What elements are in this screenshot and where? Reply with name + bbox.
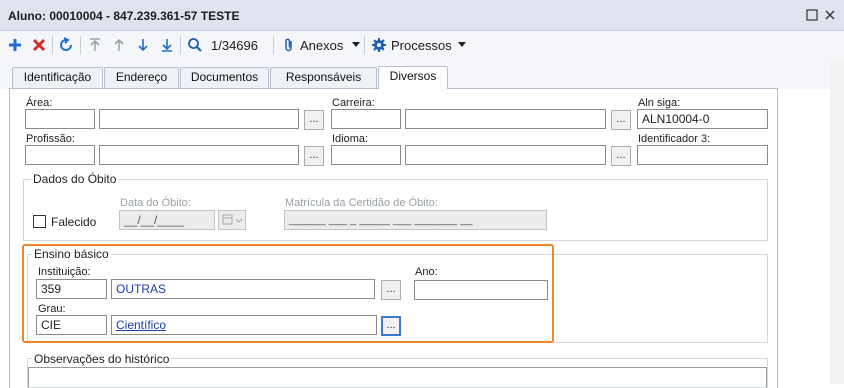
gear-icon[interactable] <box>371 37 387 53</box>
falecido-label: Falecido <box>51 215 97 229</box>
vertical-scrollbar[interactable] <box>830 59 844 384</box>
tab-responsaveis[interactable]: Responsáveis <box>270 67 377 88</box>
calendar-dropdown[interactable] <box>218 210 246 230</box>
refresh-icon[interactable] <box>58 37 74 53</box>
delete-icon[interactable] <box>31 37 47 53</box>
area-description-input[interactable] <box>99 109 299 129</box>
tab-documentos[interactable]: Documentos <box>180 67 269 88</box>
carreira-label: Carreira: <box>332 97 375 109</box>
carreira-lookup-button[interactable]: ... <box>611 110 631 130</box>
identificador3-label: Identificador 3: <box>638 133 711 145</box>
search-icon[interactable] <box>187 37 203 53</box>
idioma-description-input[interactable] <box>405 145 606 165</box>
aln-siga-input[interactable]: ALN10004-0 <box>637 109 768 129</box>
profissao-lookup-button[interactable]: ... <box>304 146 324 166</box>
matricula-input[interactable]: ______ ___ _ _____ ___ _______ __ <box>284 210 547 230</box>
area-lookup-button[interactable]: ... <box>304 110 324 130</box>
record-counter: 1/34696 <box>211 38 258 53</box>
toolbar-separator <box>52 36 53 54</box>
area-label: Área: <box>26 97 53 109</box>
last-record-icon[interactable] <box>159 37 175 53</box>
idioma-label: Idioma: <box>332 133 369 145</box>
data-obito-input[interactable]: __/__/____ <box>119 210 215 230</box>
profissao-description-input[interactable] <box>99 145 299 165</box>
toolbar-separator <box>364 36 365 54</box>
paperclip-icon[interactable] <box>281 37 297 53</box>
calendar-icon <box>222 214 243 225</box>
matricula-label: Matrícula da Certidão de Óbito: <box>285 197 438 209</box>
identificador3-input[interactable] <box>637 145 768 165</box>
toolbar-separator <box>80 36 81 54</box>
dados-obito-title: Dados do Óbito <box>31 172 119 186</box>
processos-menu[interactable]: Processos <box>391 38 452 53</box>
close-icon[interactable] <box>822 7 838 23</box>
anexos-menu[interactable]: Anexos <box>300 38 343 53</box>
chevron-down-icon[interactable] <box>352 42 360 47</box>
previous-record-icon[interactable] <box>111 37 127 53</box>
carreira-description-input[interactable] <box>405 109 606 129</box>
next-record-icon[interactable] <box>135 37 151 53</box>
carreira-code-input[interactable] <box>331 109 401 129</box>
observacoes-textarea[interactable] <box>28 367 767 387</box>
idioma-lookup-button[interactable]: ... <box>611 146 631 166</box>
chevron-down-icon[interactable] <box>458 42 466 47</box>
ensino-basico-highlight <box>22 244 554 343</box>
tab-diversos[interactable]: Diversos <box>378 66 448 89</box>
data-obito-label: Data do Óbito: <box>120 197 191 209</box>
aln-siga-label: Aln siga: <box>638 97 681 109</box>
area-code-input[interactable] <box>25 109 95 129</box>
tab-identificacao[interactable]: Identificação <box>12 67 103 88</box>
profissao-code-input[interactable] <box>25 145 95 165</box>
restore-icon[interactable] <box>804 7 820 23</box>
idioma-code-input[interactable] <box>331 145 401 165</box>
first-record-icon[interactable] <box>87 37 103 53</box>
window-title: Aluno: 00010004 - 847.239.361-57 TESTE <box>8 9 240 23</box>
add-icon[interactable] <box>7 37 23 53</box>
profissao-label: Profissão: <box>26 133 75 145</box>
toolbar-separator <box>180 36 181 54</box>
falecido-checkbox[interactable] <box>33 215 46 228</box>
observacoes-title: Observações do histórico <box>32 352 172 366</box>
toolbar-separator <box>273 36 274 54</box>
tab-endereco[interactable]: Endereço <box>104 67 179 88</box>
